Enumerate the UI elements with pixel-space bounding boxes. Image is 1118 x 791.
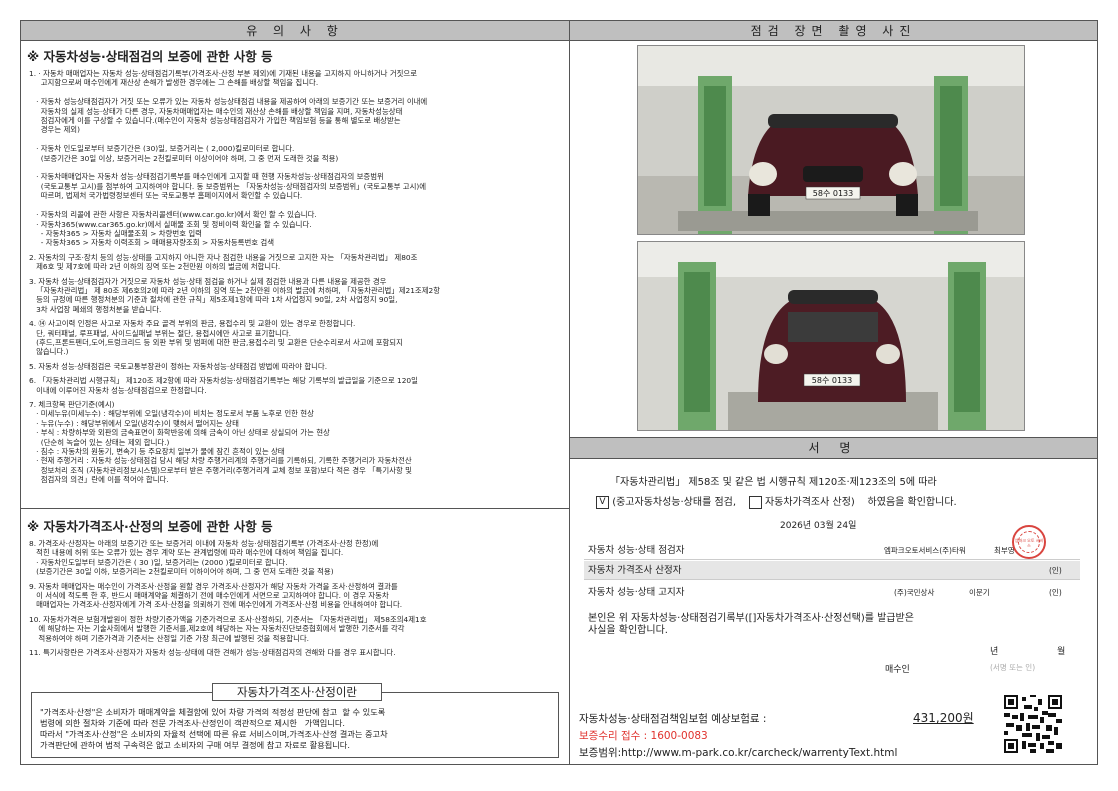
- inspection-form: 유 의 사 항 ※ 자동차성능·상태점검의 보증에 관한 사항 등 1. · 자…: [20, 20, 1098, 765]
- warranty-scope[interactable]: 보증범위:http://www.m-park.co.kr/carcheck/wa…: [579, 745, 897, 760]
- notifier-company: (주)국민상사: [894, 588, 935, 597]
- plate-text-front: 58수 0133: [813, 189, 853, 198]
- buyer-label: 매수인: [885, 665, 910, 675]
- qr-code-icon: [1004, 695, 1062, 753]
- section2-items: 8. 가격조사·산정자는 아래의 보증기간 또는 보증거리 이내에 자동차 성능…: [21, 539, 570, 657]
- plate-text-rear: 58수 0133: [812, 376, 852, 385]
- notifier-name: 이문기: [969, 588, 990, 597]
- price-check-label: 자동차가격조사 산정): [764, 497, 855, 508]
- notifier-row: 자동차 성능·상태 고지자 (주)국민상사 이문기 (인): [584, 583, 1080, 602]
- definition-title: 자동차가격조사·산정이란: [212, 683, 382, 701]
- section1-item: 2. 자동차의 구조·장치 등의 성능·상태를 고지하지 아니한 자나 점검한 …: [29, 252, 418, 272]
- notifier-seal: (인): [1049, 588, 1062, 597]
- insurance-amount: 431,200원: [913, 711, 974, 725]
- sign-date: 2026년 03월 24일: [780, 521, 857, 531]
- notice-column: 유 의 사 항 ※ 자동차성능·상태점검의 보증에 관한 사항 등 1. · 자…: [21, 21, 570, 764]
- section1-item: 5. 자동차 성능·상태점검은 국토교통부장관이 정하는 자동차성능·상태점검 …: [29, 361, 328, 371]
- section1-items: 1. · 자동차 매매업자는 자동차 성능·상태점검기록부(가격조사·산정 부분…: [21, 69, 569, 485]
- performance-checkbox[interactable]: V: [596, 495, 609, 509]
- definition-text: "가격조사·산정"은 소비자가 매매계약을 체결함에 있어 차량 가격의 적정성…: [40, 707, 388, 750]
- inspector-label: 자동차 성능·상태 점검자: [588, 545, 685, 556]
- section1-item: 4. ⑭ 사고이력 인정은 사고로 자동차 주요 골격 부위의 판금, 용접수리…: [29, 319, 403, 357]
- photo-sign-column: 점검 장면 촬영 사진 58수 0133 58수 0133 서 명 「자동차관리…: [570, 21, 1097, 764]
- notice-header: 유 의 사 항: [21, 21, 569, 41]
- inspector-row: 자동차 성능·상태 점검자 엠파크오토서비스(주)타워 최부영: [584, 541, 1080, 560]
- photo-header: 점검 장면 촬영 사진: [570, 21, 1097, 41]
- section2-title: ※ 자동차가격조사·산정의 보증에 관한 사항 등: [27, 519, 273, 534]
- month-label: 월: [1057, 647, 1066, 657]
- car-front-photo: 58수 0133: [638, 46, 1024, 234]
- appraiser-seal: (인): [1049, 566, 1062, 575]
- check-line: V (중고자동차성능·상태를 점검, 자동차가격조사 산정) 하였음을 확인합니…: [596, 493, 957, 509]
- signature-header: 서 명: [570, 437, 1097, 459]
- section1-item: 7. 체크항목 판단기준(예시) · 미세누유(미세누수) : 해당부위에 오일…: [29, 400, 412, 485]
- confirm-text: 하였음을 확인합니다.: [867, 497, 957, 508]
- section2-item: 11. 특기사항란은 가격조사·산정자가 자동차 성능·상태에 대한 견해가 성…: [29, 648, 396, 658]
- insurance-label: 자동차성능·상태점검책임보험 예상보험료 :: [579, 713, 767, 725]
- price-section: ※ 자동차가격조사·산정의 보증에 관한 사항 등 8. 가격조사·산정자는 아…: [21, 508, 570, 764]
- law-reference: 「자동차관리법」 제58조 및 같은 법 시행규칙 제120조·제123조의 5…: [610, 477, 937, 488]
- performance-check-label: (중고자동차성능·상태를 점검,: [612, 497, 737, 508]
- inspector-company: 엠파크오토서비스(주)타워: [884, 546, 966, 555]
- section1-title: ※ 자동차성능·상태점검의 보증에 관한 사항 등: [27, 49, 273, 64]
- appraiser-label: 자동차 가격조사 산정자: [588, 565, 682, 576]
- appraiser-row: 자동차 가격조사 산정자 (인): [584, 561, 1080, 580]
- section2-item: 10. 자동차가격은 보험개발원이 정한 차량기준가액을 기준가격으로 조사·산…: [29, 614, 427, 643]
- section2-item: 8. 가격조사·산정자는 아래의 보증기간 또는 보증거리 이내에 자동차 성능…: [29, 539, 379, 577]
- section1-item: 6. 「자동차관리법 시행규칙」 제120조 제2항에 따라 자동차성능·상태점…: [29, 376, 418, 395]
- section1-item: 3. 자동차 성능·상태점검자가 거짓으로 자동차 성능·상태 점검을 하거나 …: [29, 276, 441, 314]
- notifier-label: 자동차 성능·상태 고지자: [588, 587, 685, 598]
- buyer-sign: (서명 또는 인): [990, 663, 1036, 672]
- year-label: 년: [990, 647, 999, 657]
- inspection-photo-rear: 58수 0133: [637, 241, 1025, 431]
- section2-item: 9. 자동차 매매업자는 매수인이 가격조사·산정을 원할 경우 가격조사·산정…: [29, 581, 403, 610]
- car-rear-photo: 58수 0133: [638, 242, 1024, 430]
- official-stamp: 엠파크 오토 서비스: [1012, 525, 1046, 559]
- section1-item: 1. · 자동차 매매업자는 자동차 성능·상태점검기록부(가격조사·산정 부분…: [29, 69, 428, 248]
- definition-box: 자동차가격조사·산정이란 "가격조사·산정"은 소비자가 매매계약을 체결함에 …: [31, 683, 559, 758]
- stamp-text: 엠파크 오토 서비스: [1014, 538, 1044, 548]
- repair-contact: 보증수리 접수 : 1600-0083: [579, 730, 708, 742]
- inspection-photo-front: 58수 0133: [637, 45, 1025, 235]
- price-checkbox[interactable]: [748, 495, 762, 509]
- receipt-text: 본인은 위 자동차성능·상태점검기록부([]자동차가격조사·산정선택)를 발급받…: [588, 613, 914, 636]
